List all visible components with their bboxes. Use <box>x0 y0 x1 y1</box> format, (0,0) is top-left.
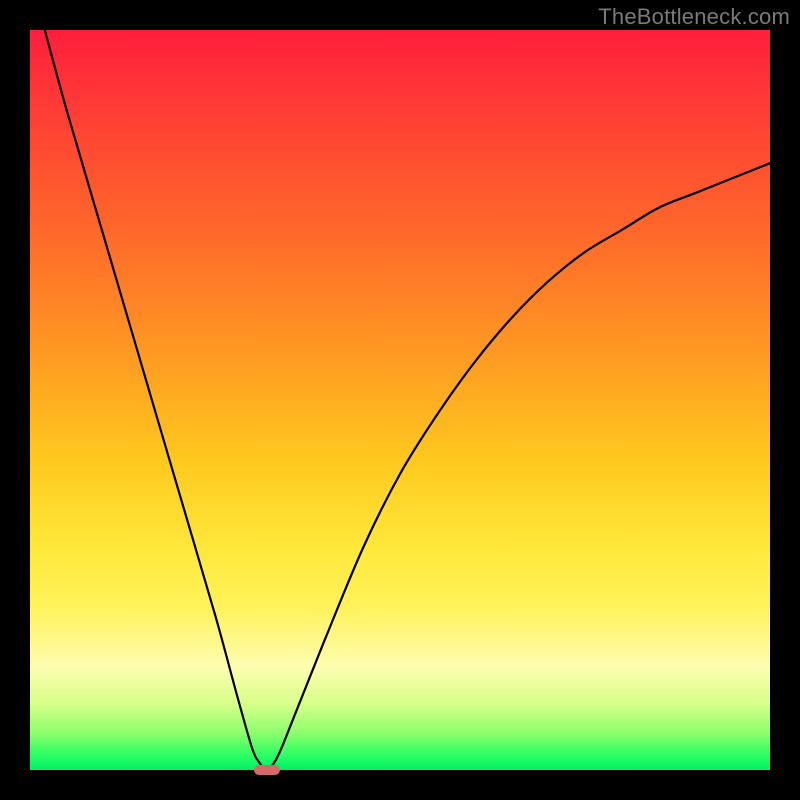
plot-area <box>30 30 770 770</box>
minimum-marker <box>254 765 280 775</box>
chart-frame: TheBottleneck.com <box>0 0 800 800</box>
watermark-text: TheBottleneck.com <box>598 4 790 30</box>
bottleneck-curve <box>30 30 770 770</box>
